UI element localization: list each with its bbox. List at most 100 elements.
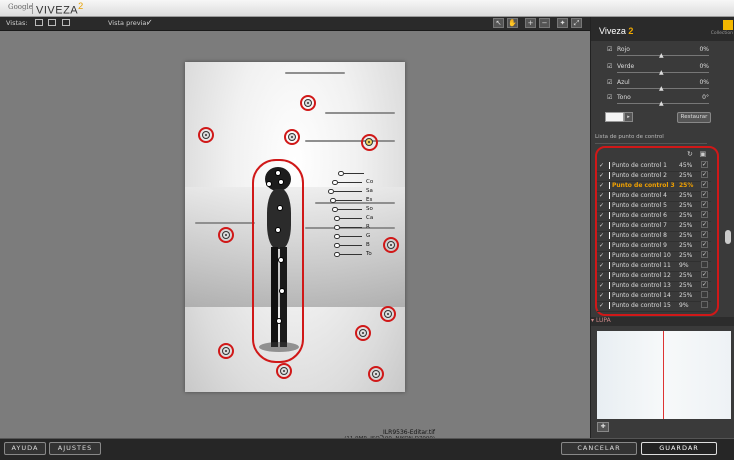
adjust-checkbox[interactable]: ☑ [607,94,612,101]
item-marker [609,302,610,309]
slider-hue[interactable]: To [326,251,376,259]
control-point[interactable] [372,370,380,378]
slider-red[interactable]: R [326,224,376,232]
adjust-blue[interactable]: ☑ Azul 0% ▲ [597,78,709,94]
item-checkbox[interactable]: ✓ [599,302,604,309]
adjust-handle-icon[interactable]: ▲ [659,101,664,107]
loupe-header[interactable]: ▾ LUPA [591,317,734,326]
eyedropper-icon[interactable]: ▸ [624,112,633,122]
restore-button[interactable]: Restaurar [677,112,711,123]
color-swatch[interactable] [605,112,624,122]
slider-contrast[interactable]: Co [326,179,376,187]
slider-blue[interactable]: B [326,242,376,250]
slider-size[interactable] [326,170,376,178]
control-point[interactable] [277,205,283,211]
item-checkbox[interactable]: ✓ [599,202,604,209]
item-checkbox[interactable]: ✓ [599,252,604,259]
item-visibility-checkbox[interactable]: ✓ [701,181,708,188]
item-visibility-checkbox[interactable]: ✓ [701,191,708,198]
help-button[interactable]: AYUDA [4,442,46,455]
zoom-in-icon[interactable]: + [525,18,536,28]
control-point[interactable] [266,181,272,187]
refresh-icon[interactable]: ↻ [687,150,693,158]
slider-saturation[interactable]: Sa [326,188,376,196]
adjust-checkbox[interactable]: ☑ [607,46,612,53]
control-point[interactable] [304,99,312,107]
adjust-red[interactable]: ☑ Rojo 0% ▲ [597,45,709,61]
item-visibility-checkbox[interactable] [701,261,708,268]
item-checkbox[interactable]: ✓ [599,172,604,179]
control-point[interactable] [384,310,392,318]
item-visibility-checkbox[interactable]: ✓ [701,221,708,228]
control-point[interactable] [222,347,230,355]
pointer-tool-icon[interactable]: ↖ [493,18,504,28]
control-point-selected[interactable] [365,138,373,146]
item-checkbox[interactable]: ✓ [599,242,604,249]
brush-tool-icon[interactable]: ✦ [557,18,568,28]
image-canvas[interactable]: Co Sa Es So Ca R G B To _ILR9536-Editar.… [0,31,590,442]
item-visibility-checkbox[interactable]: ✓ [701,171,708,178]
item-visibility-checkbox[interactable]: ✓ [701,271,708,278]
cancel-button[interactable]: CANCELAR [561,442,637,455]
side-by-side-view-button[interactable] [62,19,70,26]
control-point[interactable] [275,170,281,176]
item-checkbox[interactable]: ✓ [599,182,604,189]
item-visibility-checkbox[interactable] [701,291,708,298]
loupe-toggle-icon[interactable]: ▾ [591,317,594,324]
item-checkbox[interactable]: ✓ [599,192,604,199]
item-visibility-checkbox[interactable]: ✓ [701,281,708,288]
item-visibility-checkbox[interactable]: ✓ [701,211,708,218]
preview-checkbox[interactable]: ✓ [146,18,153,27]
control-point[interactable] [387,241,395,249]
single-view-button[interactable] [35,19,43,26]
settings-button[interactable]: AJUSTES [49,442,101,455]
slider-structure[interactable]: Es [326,197,376,205]
pin-icon[interactable]: ✚ [597,422,609,432]
control-point[interactable] [278,179,284,185]
control-point[interactable] [288,133,296,141]
control-point[interactable] [276,318,282,324]
item-visibility-checkbox[interactable]: ✓ [701,251,708,258]
item-visibility-checkbox[interactable] [701,301,708,308]
item-checkbox[interactable]: ✓ [599,222,604,229]
item-visibility-checkbox[interactable]: ✓ [701,241,708,248]
item-checkbox[interactable]: ✓ [599,162,604,169]
adjust-handle-icon[interactable]: ▲ [659,70,664,76]
adjust-green[interactable]: ☑ Verde 0% ▲ [597,62,709,78]
save-button[interactable]: GUARDAR [641,442,717,455]
adjust-handle-icon[interactable]: ▲ [659,53,664,59]
fullscreen-icon[interactable]: ⤢ [571,18,582,28]
adjust-hue[interactable]: ☑ Tono 0° ▲ [597,93,709,109]
adjust-checkbox[interactable]: ☑ [607,63,612,70]
control-point[interactable] [278,257,284,263]
slider-shadows[interactable]: So [326,206,376,214]
slider-warmth[interactable]: Ca [326,215,376,223]
panel-scrollbar[interactable] [725,230,731,244]
item-checkbox[interactable]: ✓ [599,232,604,239]
item-visibility-checkbox[interactable]: ✓ [701,231,708,238]
item-visibility-checkbox[interactable]: ✓ [701,201,708,208]
adjust-checkbox[interactable]: ☑ [607,79,612,86]
hand-tool-icon[interactable]: ✋ [507,18,518,28]
item-checkbox[interactable]: ✓ [599,272,604,279]
split-view-button[interactable] [48,19,56,26]
item-visibility-checkbox[interactable]: ✓ [701,161,708,168]
control-point[interactable] [202,131,210,139]
item-checkbox[interactable]: ✓ [599,282,604,289]
item-checkbox[interactable]: ✓ [599,262,604,269]
item-checkbox[interactable]: ✓ [599,292,604,299]
list-item[interactable]: ✓ Punto de control 15 9% [597,301,711,312]
adjust-handle-icon[interactable]: ▲ [659,86,664,92]
item-marker [609,262,610,269]
item-checkbox[interactable]: ✓ [599,212,604,219]
zoom-out-icon[interactable]: − [539,18,550,28]
control-point-list-header[interactable]: Lista de punto de control [595,134,707,144]
control-point[interactable] [280,367,288,375]
control-point[interactable] [275,227,281,233]
slider-green[interactable]: G [326,233,376,241]
loupe-view[interactable] [597,331,731,419]
control-point[interactable] [222,231,230,239]
grid-icon[interactable]: ▣ [700,150,707,158]
control-point[interactable] [279,288,285,294]
control-point[interactable] [359,329,367,337]
